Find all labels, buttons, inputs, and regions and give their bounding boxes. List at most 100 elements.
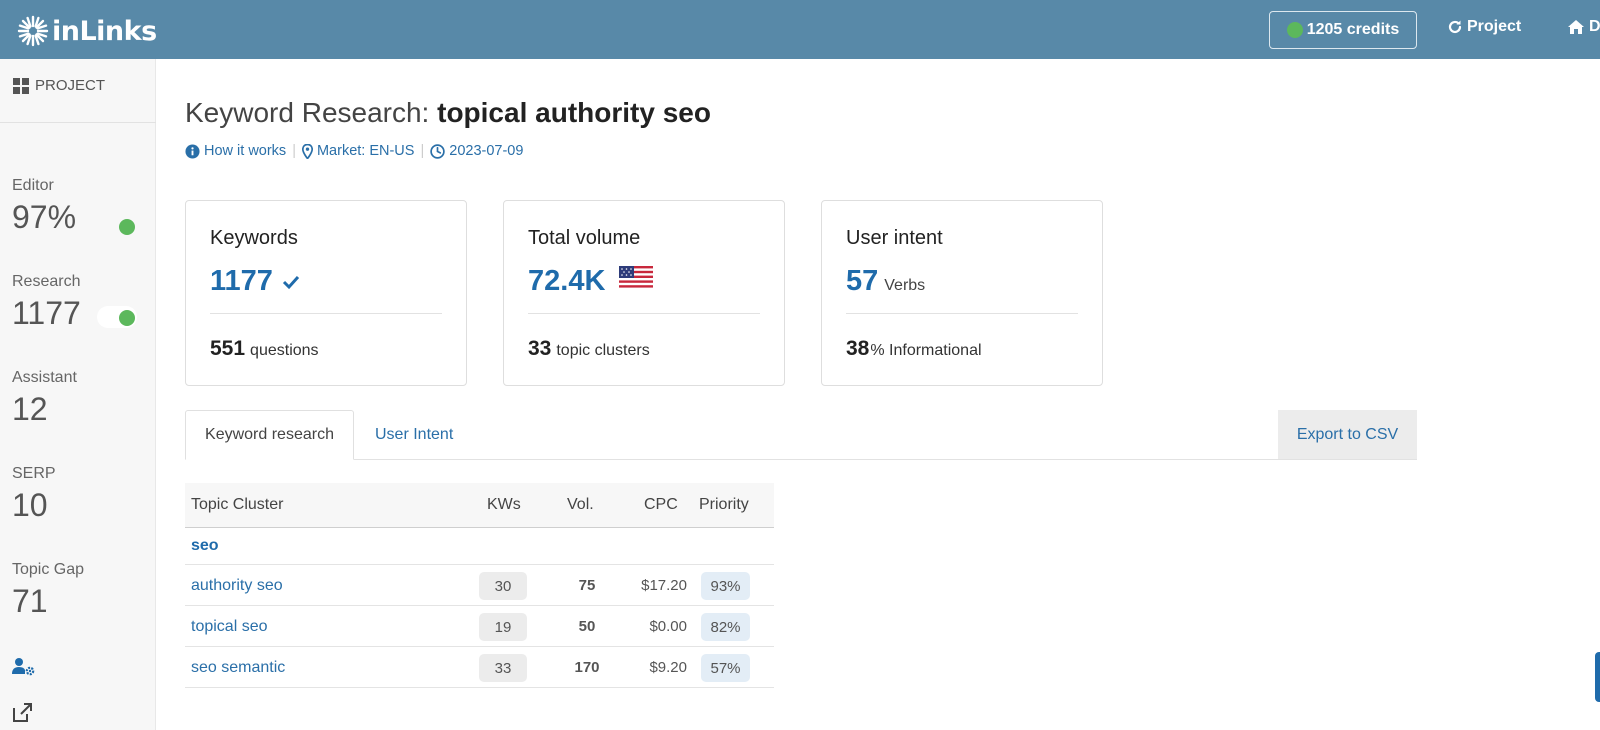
sidebar-item-assistant[interactable]: Assistant 12	[12, 369, 77, 428]
card-main-value: 57 Verbs	[846, 265, 925, 298]
card-foot-text: topic clusters	[556, 342, 650, 359]
tabs-baseline	[185, 459, 1417, 460]
sidebar-item-research[interactable]: Research 1177	[12, 273, 81, 332]
page-meta: How it works | Market: EN-US | 2023-07-0…	[185, 143, 523, 159]
volume-value: 170	[574, 659, 600, 676]
cpc-value: $17.20	[641, 577, 687, 594]
card-divider	[528, 313, 760, 314]
sidebar-item-label: Assistant	[12, 369, 77, 386]
topic-cluster-link[interactable]: topical seo	[191, 618, 268, 636]
info-icon	[185, 143, 200, 159]
kws-count-badge: 19	[479, 613, 527, 641]
nav-home-link[interactable]: D	[1567, 18, 1600, 36]
sidebar-item-value: 1177	[12, 295, 81, 331]
card-big-number: 1177	[210, 265, 273, 297]
meta-separator: |	[292, 143, 296, 159]
sidebar-item-value: 71	[12, 583, 48, 619]
card-foot-text: % Informational	[870, 342, 982, 359]
clock-icon	[430, 143, 445, 159]
home-icon	[1568, 20, 1584, 34]
checkmark-icon	[282, 275, 300, 290]
sidebar-item-topic-gap[interactable]: Topic Gap 71	[12, 561, 84, 620]
sidebar-project-link[interactable]: PROJECT	[13, 77, 105, 94]
user-settings-icon[interactable]	[12, 657, 36, 682]
keywords-card: Keywords 1177 551 questions	[185, 200, 467, 386]
tab-keyword-research[interactable]: Keyword research	[185, 410, 354, 460]
kws-count-badge: 30	[479, 572, 527, 600]
card-footer: 33 topic clusters	[528, 337, 650, 361]
sidebar-item-editor[interactable]: Editor 97%	[12, 177, 76, 236]
top-navbar: inLinks 1205 credits Project D	[0, 0, 1600, 59]
volume-value: 75	[578, 577, 596, 594]
logo-text: inLinks	[52, 15, 157, 47]
sidebar-item-value: 97%	[12, 199, 77, 235]
sidebar-item-value: 10	[12, 487, 48, 523]
group-label[interactable]: seo	[191, 537, 219, 555]
volume-value: 50	[578, 618, 596, 635]
sidebar-item-label: Editor	[12, 177, 54, 194]
sidebar-item-serp[interactable]: SERP 10	[12, 465, 56, 524]
priority-badge: 93%	[701, 572, 750, 600]
market-info: Market: EN-US	[301, 143, 415, 159]
page-title-prefix: Keyword Research:	[185, 97, 430, 128]
table-header: Topic Cluster KWs Vol. CPC Priority	[185, 483, 774, 528]
nav-project-link[interactable]: Project	[1447, 18, 1521, 36]
credits-label: 1205 credits	[1306, 21, 1400, 38]
card-unit: Verbs	[884, 277, 926, 294]
column-header-cpc[interactable]: CPC	[644, 496, 678, 514]
card-main-value: 1177	[210, 265, 301, 298]
refresh-icon	[1448, 20, 1462, 34]
nav-home-label: D	[1589, 18, 1600, 35]
logo-burst-icon	[17, 15, 49, 47]
credits-button[interactable]: 1205 credits	[1269, 11, 1417, 49]
cpc-value: $0.00	[649, 618, 687, 635]
date-label: 2023-07-09	[449, 143, 524, 159]
nav-project-label: Project	[1467, 18, 1522, 35]
card-divider	[210, 313, 442, 314]
column-header-kws[interactable]: KWs	[487, 496, 521, 514]
export-csv-button[interactable]: Export to CSV	[1278, 410, 1417, 459]
us-flag-icon	[619, 266, 654, 290]
sidebar-item-value: 12	[12, 391, 48, 427]
card-foot-number: 33	[528, 337, 552, 360]
card-main-value: 72.4K	[528, 265, 654, 298]
user-intent-card: User intent 57 Verbs 38 % Informational	[821, 200, 1103, 386]
topic-cluster-link[interactable]: authority seo	[191, 577, 283, 595]
page-title-keyword: topical authority seo	[437, 97, 711, 128]
table-row: authority seo 30 75 $17.20 93%	[185, 565, 774, 606]
table-group-row: seo	[185, 528, 774, 565]
how-it-works-label: How it works	[204, 143, 287, 159]
tab-user-intent[interactable]: User Intent	[375, 410, 453, 460]
total-volume-card: Total volume 72.4K 33 topic clusters	[503, 200, 785, 386]
table-row: topical seo 19 50 $0.00 82%	[185, 606, 774, 647]
column-header-priority[interactable]: Priority	[699, 496, 749, 514]
external-link-icon[interactable]	[12, 702, 34, 727]
card-foot-text: questions	[250, 342, 319, 359]
table-row: seo semantic 33 170 $9.20 57%	[185, 647, 774, 688]
card-footer: 551 questions	[210, 337, 319, 361]
kws-count-badge: 33	[479, 654, 527, 682]
topic-cluster-link[interactable]: seo semantic	[191, 659, 285, 677]
card-foot-number: 38	[846, 337, 870, 360]
card-foot-number: 551	[210, 337, 246, 360]
editor-status-dot	[119, 219, 135, 235]
page-title: Keyword Research: topical authority seo	[185, 97, 711, 129]
card-footer: 38 % Informational	[846, 337, 982, 361]
sidebar-item-label: Topic Gap	[12, 561, 85, 578]
card-divider	[846, 313, 1078, 314]
card-title: Keywords	[210, 227, 298, 249]
market-label: Market: EN-US	[316, 143, 415, 159]
sidebar-item-label: SERP	[12, 465, 56, 482]
column-header-topic-cluster[interactable]: Topic Cluster	[191, 496, 283, 514]
card-big-number: 72.4K	[528, 265, 606, 297]
column-header-vol[interactable]: Vol.	[567, 496, 594, 514]
sidebar-project-label: PROJECT	[35, 77, 106, 94]
credits-status-dot	[1286, 22, 1303, 38]
date-info: 2023-07-09	[430, 143, 523, 159]
app-logo[interactable]: inLinks	[16, 14, 157, 48]
topic-cluster-table: Topic Cluster KWs Vol. CPC Priority seo …	[185, 483, 774, 688]
side-widget-tab[interactable]	[1595, 652, 1600, 702]
sidebar: PROJECT Editor 97% Research 1177 Assista…	[0, 59, 156, 730]
how-it-works-link[interactable]: How it works	[185, 143, 286, 159]
cpc-value: $9.20	[649, 659, 687, 676]
